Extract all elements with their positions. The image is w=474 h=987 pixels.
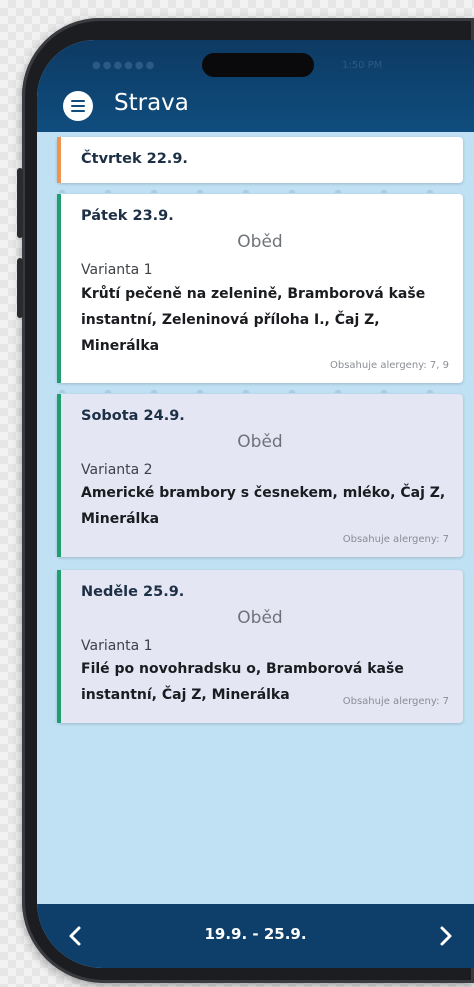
camera-notch <box>202 53 314 77</box>
week-navigation: 19.9. - 25.9. <box>37 904 474 968</box>
day-date: Neděle 25.9. <box>81 584 185 600</box>
day-date: Sobota 24.9. <box>81 408 185 424</box>
day-date: Čtvrtek 22.9. <box>81 151 188 167</box>
separator <box>57 183 463 193</box>
meal-variant: Varianta 1 <box>81 638 153 654</box>
meal-type: Oběd <box>237 432 283 452</box>
side-button <box>17 258 23 318</box>
day-indicator <box>57 394 61 557</box>
day-card-thursday[interactable]: Čtvrtek 22.9. <box>57 137 463 183</box>
app-bar: ●●●●●● 1:50 PM Strava <box>37 40 474 132</box>
allergens-note: Obsahuje alergeny: 7 <box>342 696 449 707</box>
meal-variant: Varianta 2 <box>81 462 153 478</box>
hamburger-icon[interactable] <box>63 91 93 121</box>
day-indicator <box>57 194 61 383</box>
chevron-right-icon[interactable] <box>422 904 470 968</box>
allergens-note: Obsahuje alergeny: 7 <box>342 534 449 545</box>
day-date: Pátek 23.9. <box>81 208 174 224</box>
allergens-note: Obsahuje alergeny: 7, 9 <box>330 360 449 371</box>
day-indicator <box>57 570 61 723</box>
volume-button <box>17 168 23 238</box>
signal-indicator: ●●●●●● <box>92 60 157 71</box>
dish-description: Americké brambory s česnekem, mléko, Čaj… <box>81 485 446 527</box>
status-time: 1:50 PM <box>342 60 383 71</box>
page-title: Strava <box>114 90 189 116</box>
today-indicator <box>57 137 61 183</box>
day-card-sunday[interactable]: Neděle 25.9. Oběd Varianta 1 Filé po nov… <box>57 570 463 723</box>
meal-type: Oběd <box>237 608 283 628</box>
week-range: 19.9. - 25.9. <box>204 925 307 943</box>
day-card-saturday[interactable]: Sobota 24.9. Oběd Varianta 2 Americké br… <box>57 394 463 557</box>
separator <box>57 383 463 393</box>
meal-type: Oběd <box>237 232 283 252</box>
day-card-friday[interactable]: Pátek 23.9. Oběd Varianta 1 Krůtí pečeně… <box>57 194 463 383</box>
meal-variant: Varianta 1 <box>81 262 153 278</box>
app-screen: ●●●●●● 1:50 PM Strava Čtvrtek 22.9. Páte… <box>37 40 474 968</box>
dish-description: Krůtí pečeně na zelenině, Bramborová kaš… <box>81 286 426 354</box>
